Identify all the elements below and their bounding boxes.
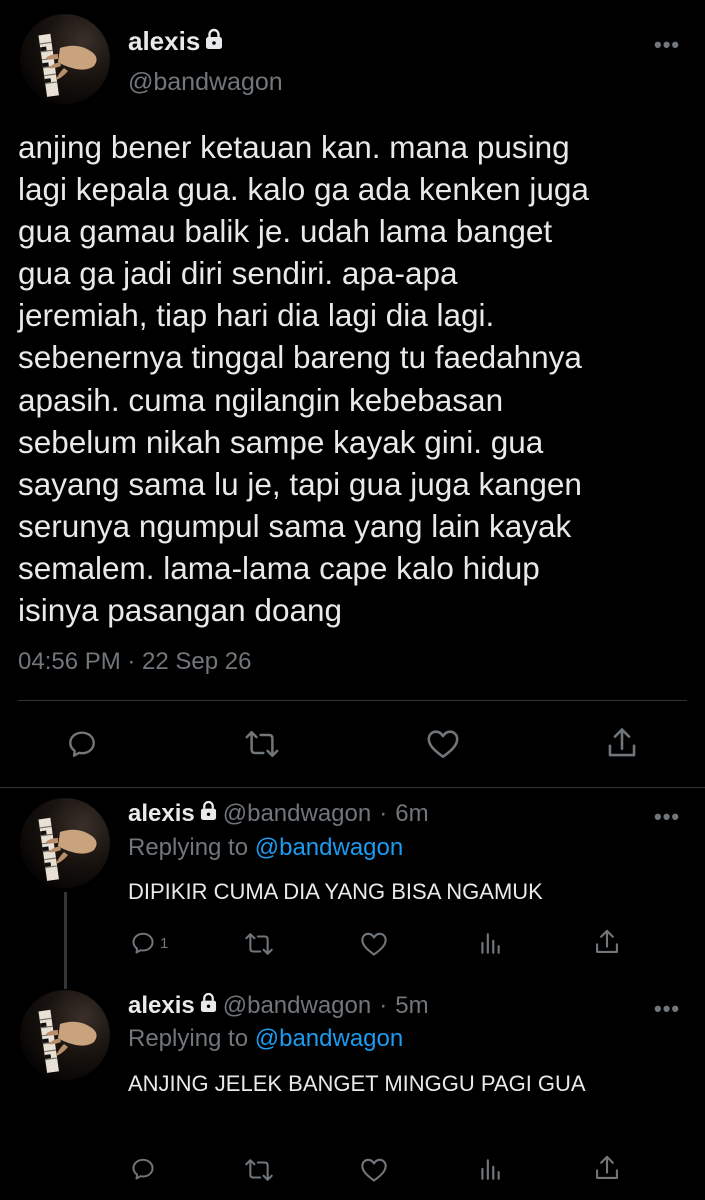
heart-icon: [361, 1158, 387, 1182]
reply-text: ANJING JELEK BANGET MINGGU PAGI GUA: [128, 1071, 586, 1096]
reply-button[interactable]: [66, 728, 98, 760]
reply-count: 1: [160, 934, 169, 952]
like-button[interactable]: [426, 728, 460, 760]
author-row: alexis: [128, 26, 223, 57]
divider: [0, 787, 705, 788]
avatar-piano-image: [38, 817, 97, 881]
author-handle[interactable]: @bandwagon: [223, 800, 371, 828]
avatar-piano-image: [38, 33, 97, 97]
avatar[interactable]: [20, 798, 110, 888]
retweet-button[interactable]: [244, 931, 274, 957]
more-options-button[interactable]: •••: [654, 34, 680, 56]
retweet-icon: [245, 933, 273, 955]
mention-link[interactable]: @bandwagon: [255, 834, 403, 861]
share-button[interactable]: [606, 726, 638, 760]
tweet-timestamp[interactable]: 04:56 PM · 22 Sep 26: [18, 648, 251, 676]
avatar-piano-image: [38, 1009, 97, 1073]
analytics-icon: [481, 1159, 500, 1180]
comment-icon: [132, 1158, 154, 1180]
lock-icon: [205, 26, 223, 57]
share-icon: [608, 728, 636, 757]
reply-time[interactable]: 6m: [395, 800, 428, 828]
heart-icon: [361, 932, 387, 956]
divider: [18, 700, 687, 701]
author-name[interactable]: alexis: [128, 992, 195, 1020]
reply-author-row: alexis @bandwagon · 5m: [128, 992, 429, 1020]
retweet-button[interactable]: [244, 1157, 274, 1183]
analytics-button[interactable]: [478, 930, 502, 956]
share-icon: [596, 1155, 618, 1179]
like-button[interactable]: [360, 931, 388, 957]
replying-to: Replying to @bandwagon: [128, 1025, 403, 1053]
lock-icon: [200, 800, 217, 828]
analytics-icon: [481, 933, 500, 954]
avatar[interactable]: [20, 990, 110, 1080]
retweet-button[interactable]: [244, 728, 280, 760]
reply-time[interactable]: 5m: [395, 992, 428, 1020]
retweet-icon: [245, 1159, 273, 1181]
meta-separator: ·: [379, 800, 388, 827]
like-button[interactable]: [360, 1157, 388, 1183]
analytics-button[interactable]: [478, 1156, 502, 1182]
author-name[interactable]: alexis: [128, 26, 200, 57]
more-options-button[interactable]: •••: [654, 998, 680, 1020]
tweet-text: anjing bener ketauan kan. mana pusing la…: [18, 129, 589, 629]
author-handle[interactable]: @bandwagon: [223, 992, 371, 1020]
avatar[interactable]: [20, 14, 110, 104]
reply-author-row: alexis @bandwagon · 6m: [128, 800, 429, 828]
author-handle[interactable]: @bandwagon: [128, 68, 283, 97]
comment-icon: [69, 731, 95, 757]
share-button[interactable]: [594, 928, 620, 956]
reply-button[interactable]: 1: [130, 930, 168, 956]
mention-link[interactable]: @bandwagon: [255, 1025, 403, 1052]
lock-icon: [200, 992, 217, 1020]
retweet-icon: [245, 730, 279, 758]
replying-to: Replying to @bandwagon: [128, 834, 403, 862]
more-options-button[interactable]: •••: [654, 806, 680, 828]
comment-icon: [132, 932, 154, 954]
reply-button[interactable]: [130, 1156, 156, 1182]
heart-icon: [427, 730, 459, 759]
reply-text: DIPIKIR CUMA DIA YANG BISA NGAMUK: [128, 879, 543, 904]
author-name[interactable]: alexis: [128, 800, 195, 828]
replying-label: Replying to: [128, 1025, 249, 1052]
share-button[interactable]: [594, 1154, 620, 1182]
share-icon: [596, 929, 618, 953]
thread-connector: [64, 892, 67, 989]
replying-label: Replying to: [128, 834, 249, 861]
meta-separator: ·: [379, 992, 388, 1019]
